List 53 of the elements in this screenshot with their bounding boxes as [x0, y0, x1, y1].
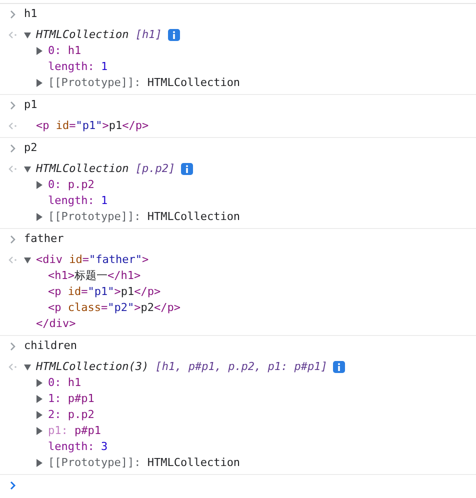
collapsed-triangle-icon[interactable] [36, 427, 43, 435]
code-line: <div id="father"> [36, 252, 149, 268]
chevron-icon [10, 10, 16, 18]
expanded-triangle-icon[interactable] [24, 256, 31, 264]
property-line: [[Prototype]]: HTMLCollection [48, 454, 240, 471]
chevron-icon [10, 234, 16, 244]
collapsed-triangle-icon[interactable] [36, 411, 43, 419]
property-line: [[Prototype]]: HTMLCollection [48, 208, 240, 225]
prompt-chevron-icon[interactable] [10, 480, 16, 490]
return-arrow-icon [8, 256, 17, 264]
code-line: <h1>标题一</h1> [48, 268, 141, 284]
collapsed-triangle-icon[interactable] [36, 395, 43, 403]
collection-summary: HTMLCollection [h1] [36, 26, 162, 43]
info-icon[interactable] [168, 29, 180, 41]
property-line: length: 3 [48, 438, 108, 455]
property-line: 0: h1 [48, 374, 82, 391]
return-arrow-icon [8, 122, 17, 130]
collection-summary: HTMLCollection(3) [h1, p#p1, p.p2, p1: p#p1] [36, 358, 328, 375]
collection-summary: HTMLCollection [p.p2] [36, 160, 176, 177]
expanded-triangle-icon[interactable] [24, 31, 31, 39]
info-icon[interactable] [333, 361, 346, 373]
collapsed-triangle-icon[interactable] [36, 47, 43, 55]
collapsed-triangle-icon[interactable] [36, 459, 43, 467]
command-text: p2 [24, 140, 38, 156]
collapsed-triangle-icon[interactable] [36, 79, 43, 87]
property-line: length: 1 [48, 192, 108, 209]
collapsed-triangle-icon[interactable] [36, 379, 43, 387]
property-line: 0: p.p2 [48, 176, 94, 193]
info-icon[interactable] [181, 163, 194, 175]
chevron-icon [10, 144, 16, 152]
return-arrow-icon [8, 363, 17, 371]
expanded-triangle-icon[interactable] [24, 165, 31, 173]
code-line: <p class="p2">p2</p> [48, 300, 180, 316]
command-text: children [24, 338, 77, 354]
property-line: length: 1 [48, 58, 108, 75]
return-arrow-icon [8, 165, 17, 173]
property-line: 2: p.p2 [48, 406, 94, 423]
code-line: <p id="p1">p1</p> [48, 284, 161, 300]
chevron-icon [10, 100, 16, 110]
property-line: 1: p#p1 [48, 390, 94, 407]
property-line: [[Prototype]]: HTMLCollection [48, 74, 240, 91]
expanded-triangle-icon[interactable] [24, 363, 31, 371]
command-text: h1 [24, 6, 38, 22]
code-line: <p id="p1">p1</p> [36, 118, 149, 134]
command-text: father [24, 230, 64, 247]
chevron-icon [10, 342, 16, 350]
code-line: </div> [36, 316, 76, 332]
collapsed-triangle-icon[interactable] [36, 213, 43, 221]
collapsed-triangle-icon[interactable] [36, 181, 43, 189]
property-line: 0: h1 [48, 42, 82, 59]
command-text: p1 [24, 96, 38, 113]
property-line: p1: p#p1 [48, 422, 101, 439]
return-arrow-icon [8, 31, 17, 39]
